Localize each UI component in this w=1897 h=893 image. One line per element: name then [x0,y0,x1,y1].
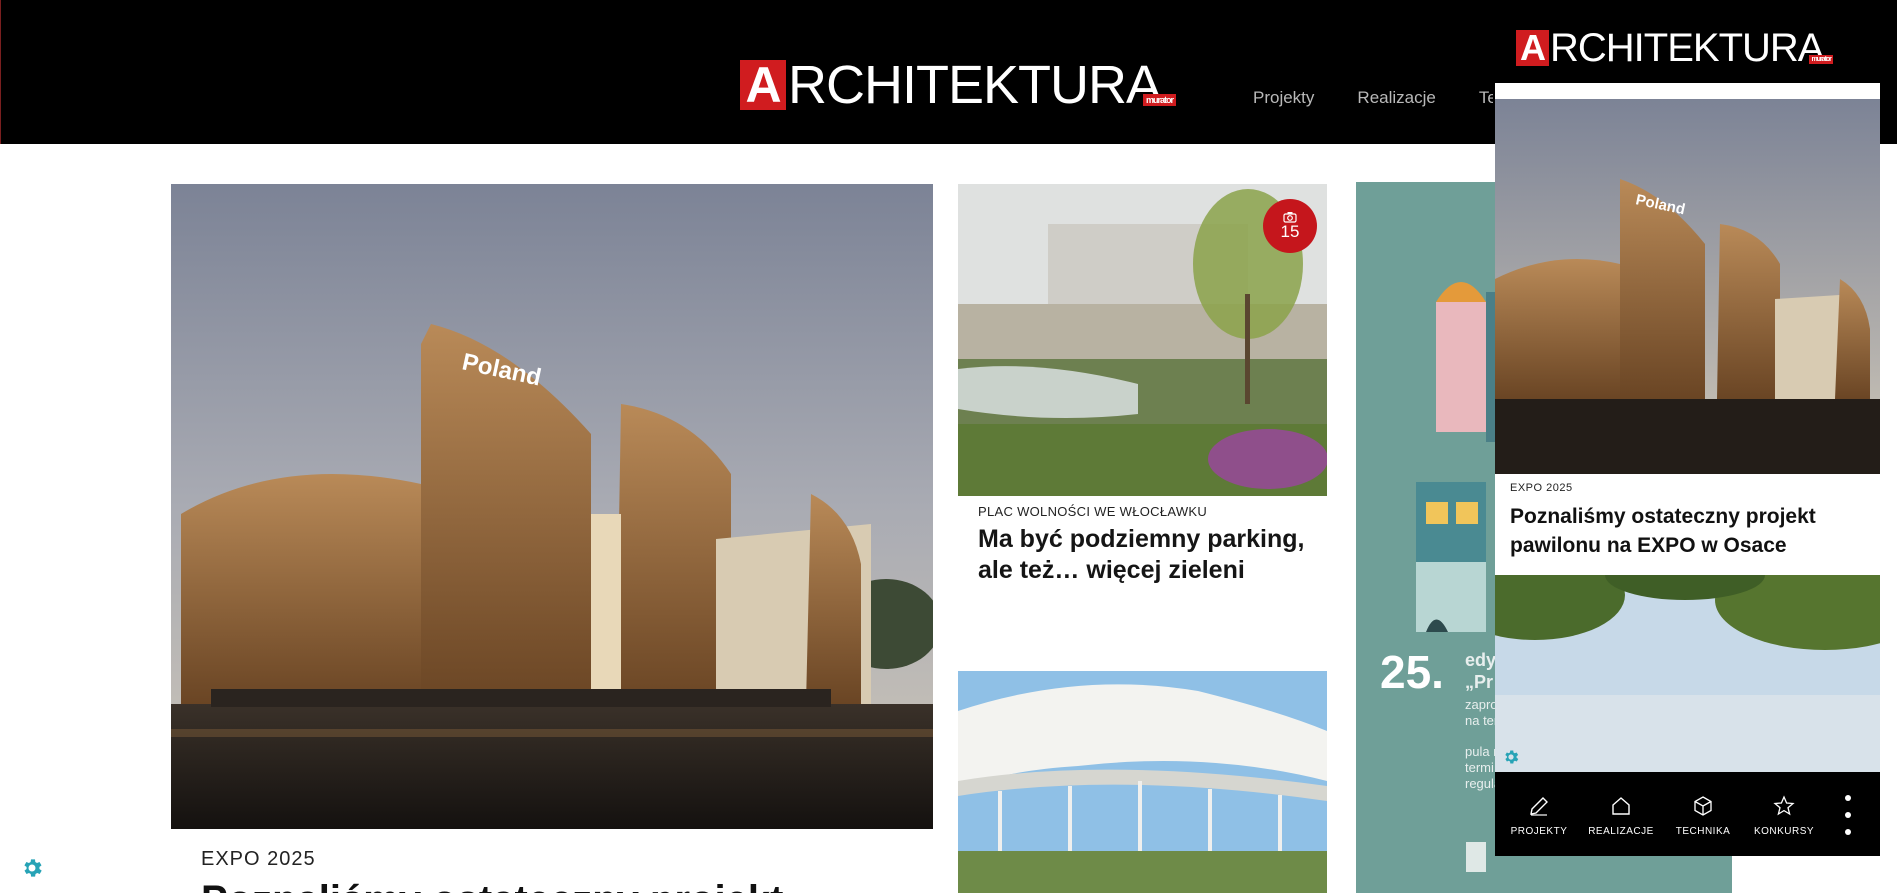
popup-nav-label: TECHNIKA [1675,826,1731,837]
popup-article-image[interactable]: Poland [1495,99,1880,474]
nav-item-projekty[interactable]: Projekty [1253,88,1314,108]
popup-logo-text: RCHITEKTURA [1550,26,1824,70]
house-icon [1612,797,1630,815]
popup-nav-projekty[interactable]: PROJEKTY [1507,794,1571,837]
nav-item-technika[interactable]: Te [1479,88,1493,108]
logo-letter: A [740,57,786,113]
ad-text-line: edy [1465,650,1497,670]
photo-count-badge[interactable]: 15 [1263,199,1317,253]
gear-icon[interactable] [20,856,44,880]
ad-year: 25. [1380,646,1444,698]
logo-text: RCHITEKTURA [788,55,1162,115]
popup-nav-label: KONKURSY [1753,826,1815,837]
ad-text-line: „Pr [1465,672,1494,692]
popup-nav-technika[interactable]: TECHNIKA [1672,794,1734,837]
more-vertical-icon[interactable] [1840,795,1856,835]
card2-image[interactable] [958,671,1327,893]
nav-item-realizacje[interactable]: Realizacje [1357,88,1435,108]
pencil-icon [1530,797,1548,816]
main-nav: Projekty Realizacje Te [1253,88,1493,108]
card1-kicker: PLAC WOLNOŚCI WE WŁOCŁAWKU [978,504,1208,519]
popup-kicker: EXPO 2025 [1510,482,1573,494]
cube-icon [1694,796,1712,816]
photo-count: 15 [1280,222,1300,241]
popup-nav-konkursy[interactable]: KONKURSY [1752,794,1816,837]
hero-image[interactable]: Poland [171,184,933,829]
popup-title[interactable]: Poznaliśmy ostateczny projekt pawilonu n… [1510,502,1875,560]
popup-second-image[interactable] [1495,575,1880,772]
popup-logo-letter: A [1516,27,1549,68]
popup-logo[interactable]: A RCHITEKTURA murator [1516,26,1833,70]
ad-text-line: na ter [1465,713,1499,728]
popup-nav-label: REALIZACJE [1588,826,1654,837]
site-logo[interactable]: A RCHITEKTURA murator [740,55,1177,115]
card1-title[interactable]: Ma być podziemny parking, ale też… więce… [978,524,1308,586]
popup-nav-label: PROJEKTY [1510,826,1568,837]
logo-sub: murator [1143,94,1177,106]
ad-text-line: zapro [1465,697,1498,712]
page: A RCHITEKTURA murator Projekty Realizacj… [0,0,1897,893]
star-icon [1773,795,1795,816]
popup-gear-icon[interactable] [1502,748,1520,766]
popup-logo-sub: murator [1809,55,1833,64]
popup-nav-realizacje[interactable]: REALIZACJE [1585,794,1657,837]
ad-text-line: termi [1465,760,1494,775]
hero-title[interactable]: Poznaliśmy ostateczny projekt [201,878,783,893]
hero-kicker: EXPO 2025 [201,848,316,870]
